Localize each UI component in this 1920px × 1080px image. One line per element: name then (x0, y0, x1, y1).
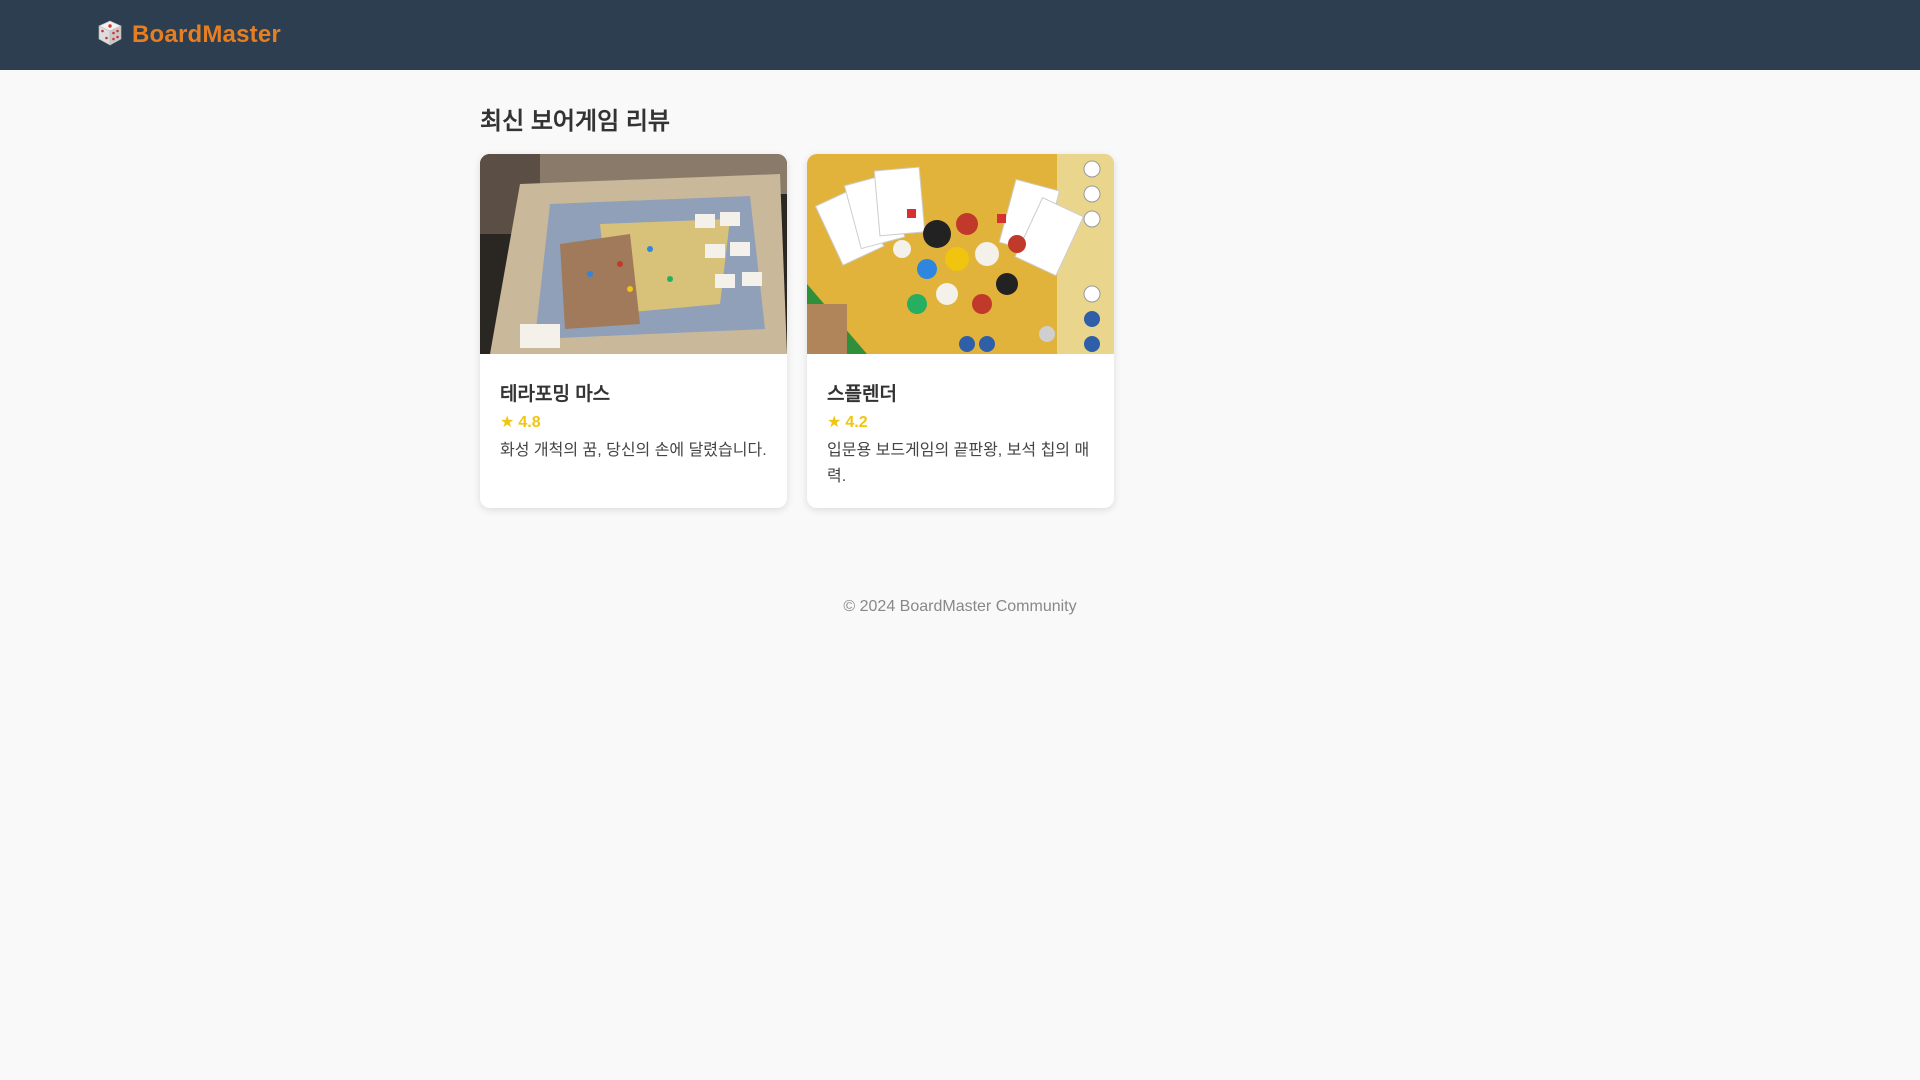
cards-and-pawns-photo (807, 154, 1114, 354)
rating: ★ 4.8 (500, 412, 767, 434)
rating: ★ 4.2 (827, 412, 1094, 434)
review-card[interactable]: 테라포밍 마스 ★ 4.8 화성 개척의 꿈, 당신의 손에 달렸습니다. (480, 154, 787, 508)
footer-copyright: © 2024 BoardMaster Community (843, 598, 1077, 615)
review-description: 화성 개척의 꿈, 당신의 손에 달렸습니다. (500, 442, 767, 459)
rating-value: 4.8 (518, 414, 541, 431)
review-description: 입문용 보드게임의 끝판왕, 보석 칩의 매력. (827, 442, 1090, 485)
page-title: 최신 보어게임 리뷰 (480, 108, 670, 135)
rating-value: 4.2 (845, 414, 868, 431)
top-nav-bar: BoardMaster (0, 0, 1920, 70)
review-card[interactable]: 스플렌더 ★ 4.2 입문용 보드게임의 끝판왕, 보석 칩의 매력. (807, 154, 1114, 508)
review-title: 테라포밍 마스 (500, 384, 611, 405)
dice-icon (96, 19, 124, 52)
review-card-grid: 테라포밍 마스 ★ 4.8 화성 개척의 꿈, 당신의 손에 달렸습니다. 스플… (480, 154, 1440, 508)
star-icon: ★ (827, 414, 842, 431)
main-content: 최신 보어게임 리뷰 테라포밍 마스 ★ 4.8 화성 개척의 꿈, 당신의 손… (480, 70, 1440, 508)
star-icon: ★ (500, 414, 515, 431)
brand-logo-link[interactable]: BoardMaster (96, 16, 281, 54)
review-title: 스플렌더 (827, 384, 897, 405)
board-game-map-photo (480, 154, 787, 354)
brand-name: BoardMaster (132, 21, 281, 48)
